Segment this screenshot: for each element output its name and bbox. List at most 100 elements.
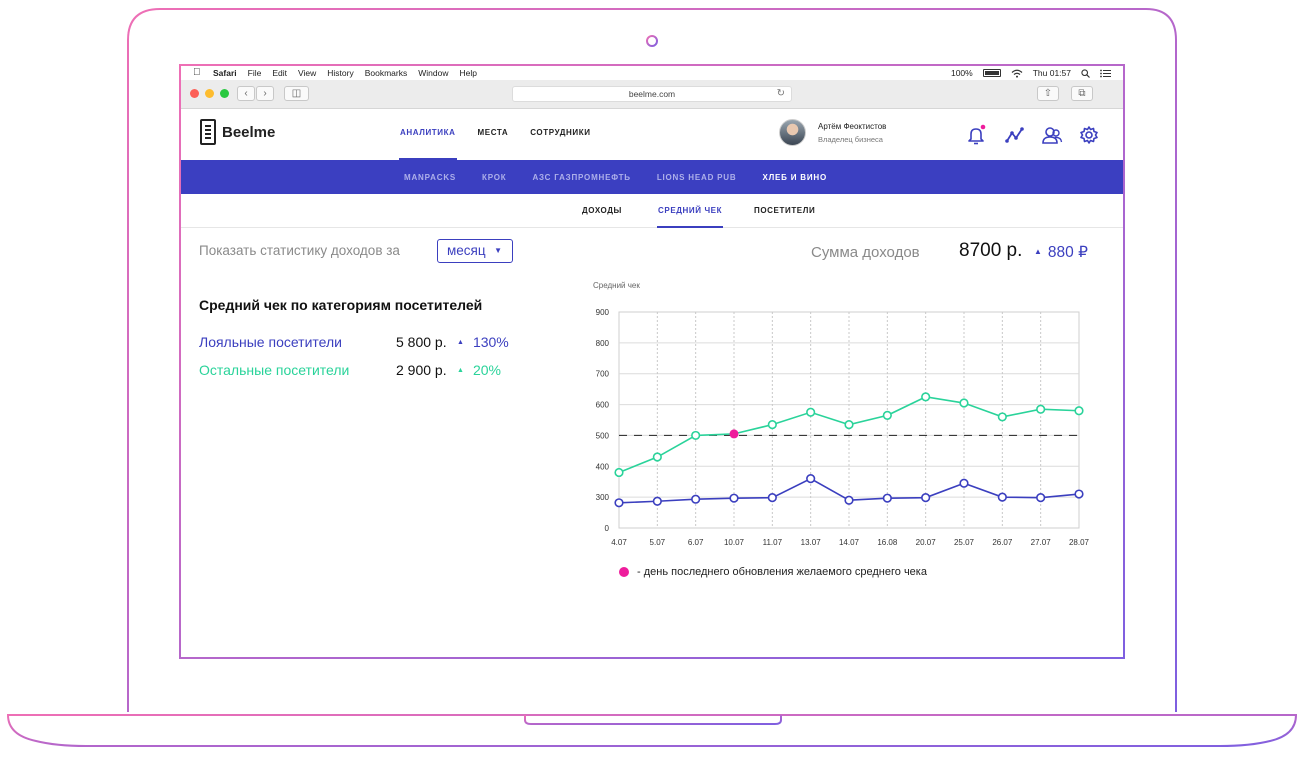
- menu-history[interactable]: History: [327, 68, 353, 78]
- series-point-1: [1074, 489, 1084, 499]
- category-delta-value: 130%: [472, 334, 509, 350]
- category-name: Лояльные посетители: [199, 334, 342, 350]
- user-info: Артём Феоктистов Владелец бизнеса: [818, 122, 886, 144]
- tabs-overview-icon[interactable]: ⧉: [1071, 86, 1093, 101]
- y-tick-label: 800: [596, 339, 610, 348]
- settings-gear-icon[interactable]: [1078, 124, 1100, 146]
- reload-icon[interactable]: ↻: [777, 87, 785, 101]
- y-tick-label: 600: [596, 401, 610, 410]
- url-text: beelme.com: [628, 89, 676, 99]
- up-triangle-icon: ▲: [1034, 247, 1042, 256]
- y-tick-label: 900: [596, 308, 610, 317]
- place-manpacks[interactable]: MANPACKS: [404, 173, 456, 182]
- chart-legend: - день последнего обновления желаемого с…: [619, 566, 927, 578]
- average-check-chart: Средний чек 0 300 400 500 600 700 800 900 4.07 5.0…: [593, 281, 1090, 547]
- logo[interactable]: Beelme: [200, 119, 275, 145]
- status-area: 100% Thu 01:57: [951, 66, 1111, 80]
- series-point-1: [614, 498, 624, 508]
- nav-places[interactable]: МЕСТА: [478, 128, 509, 137]
- battery-icon[interactable]: [982, 69, 1001, 77]
- series-point-1: [882, 493, 892, 503]
- x-tick-label: 13.07: [801, 538, 822, 547]
- x-tick-label: 5.07: [650, 538, 666, 547]
- tab-income[interactable]: ДОХОДЫ: [582, 206, 622, 215]
- browser-toolbar: ‹ › ◫ beelme.com ↻ ⇧ ⧉: [181, 80, 1123, 109]
- category-row-other: Остальные посетители 2 900 р. ▲ 20%: [199, 362, 519, 380]
- bell-icon[interactable]: [965, 124, 987, 146]
- caret-down-icon: ▼: [494, 246, 502, 255]
- tab-visitors[interactable]: ПОСЕТИТЕЛИ: [754, 206, 815, 215]
- close-window-button[interactable]: [190, 89, 199, 98]
- nav-staff[interactable]: СОТРУДНИКИ: [530, 128, 590, 137]
- back-button[interactable]: ‹: [237, 86, 255, 101]
- tab-average-check[interactable]: СРЕДНИЙ ЧЕК: [656, 206, 724, 228]
- user-role: Владелец бизнеса: [818, 134, 883, 144]
- search-icon[interactable]: [1081, 68, 1090, 78]
- series-point-1: [1036, 493, 1046, 503]
- menu-view[interactable]: View: [298, 68, 316, 78]
- menu-app[interactable]: Safari: [213, 68, 237, 78]
- avatar[interactable]: [779, 119, 806, 146]
- app-header: Beelme АНАЛИТИКА МЕСТА СОТРУДНИКИ Артём …: [181, 109, 1123, 160]
- series-point-1: [844, 495, 854, 505]
- users-icon[interactable]: [1041, 124, 1063, 146]
- place-azs-gazpromneft[interactable]: АЗС ГАЗПРОМНЕФТЬ: [532, 173, 630, 182]
- x-tick-label: 28.07: [1069, 538, 1090, 547]
- x-tick-label: 20.07: [916, 538, 937, 547]
- share-icon[interactable]: ⇧: [1037, 86, 1059, 101]
- highlight-dot-icon: [619, 567, 629, 577]
- series-point-0: [806, 407, 816, 417]
- zoom-window-button[interactable]: [220, 89, 229, 98]
- legend-text: - день последнего обновления желаемого с…: [637, 566, 927, 578]
- place-krok[interactable]: КРОК: [482, 173, 506, 182]
- nav-analytics[interactable]: АНАЛИТИКА: [399, 128, 456, 160]
- menu-bookmarks[interactable]: Bookmarks: [365, 68, 408, 78]
- place-lions-head-pub[interactable]: LIONS HEAD PUB: [657, 173, 737, 182]
- period-label: Показать статистику доходов за: [199, 243, 400, 258]
- list-icon[interactable]: [1100, 69, 1111, 78]
- menu-file[interactable]: File: [248, 68, 262, 78]
- category-delta: ▲ 20%: [457, 362, 501, 378]
- wifi-icon[interactable]: [1011, 69, 1023, 78]
- category-row-loyal: Лояльные посетители 5 800 р. ▲ 130%: [199, 334, 519, 352]
- x-tick-label: 10.07: [724, 538, 745, 547]
- x-tick-label: 11.07: [763, 538, 783, 547]
- menu-window[interactable]: Window: [418, 68, 448, 78]
- series-point-0: [691, 430, 701, 441]
- total-label: Сумма доходов: [811, 244, 920, 261]
- category-value: 2 900 р.: [396, 362, 447, 378]
- apple-icon[interactable]: : [193, 66, 205, 80]
- series-point-1: [806, 474, 816, 484]
- series-point-0: [844, 420, 854, 430]
- series-point-0: [614, 467, 624, 478]
- category-value: 5 800 р.: [396, 334, 447, 350]
- highlight-point: [729, 429, 739, 439]
- battery-percent: 100%: [950, 68, 973, 78]
- sub-tabs: ДОХОДЫ СРЕДНИЙ ЧЕК ПОСЕТИТЕЛИ: [181, 194, 1123, 228]
- user-profile[interactable]: Артём Феоктистов Владелец бизнеса: [779, 119, 886, 146]
- up-triangle-icon: ▲: [457, 339, 464, 346]
- series-point-1: [767, 493, 777, 503]
- clock[interactable]: Thu 01:57: [1033, 68, 1071, 78]
- sidebar-toggle-icon[interactable]: ◫: [284, 86, 309, 101]
- x-tick-label: 27.07: [1031, 538, 1052, 547]
- place-khleb-i-vino[interactable]: ХЛЕБ И ВИНО: [762, 173, 827, 182]
- total-delta-value: 880 ₽: [1047, 244, 1088, 261]
- series-point-1: [997, 492, 1007, 502]
- menu-edit[interactable]: Edit: [272, 68, 287, 78]
- total-delta: ▲ 880 ₽: [1034, 243, 1088, 262]
- series-point-1: [652, 496, 662, 506]
- analytics-chart-icon[interactable]: [1004, 124, 1026, 146]
- menu-help[interactable]: Help: [459, 68, 476, 78]
- x-tick-label: 4.07: [611, 538, 627, 547]
- address-bar[interactable]: beelme.com ↻: [512, 86, 792, 102]
- forward-button[interactable]: ›: [256, 86, 274, 101]
- logo-icon: [200, 119, 216, 145]
- minimize-window-button[interactable]: [205, 89, 214, 98]
- y-tick-label: 300: [596, 493, 610, 502]
- period-select[interactable]: месяц ▼: [437, 239, 513, 263]
- y-tick-label: 400: [596, 462, 610, 471]
- series-point-1: [729, 493, 739, 503]
- x-tick-label: 6.07: [688, 538, 704, 547]
- y-tick-label: 500: [596, 431, 610, 440]
